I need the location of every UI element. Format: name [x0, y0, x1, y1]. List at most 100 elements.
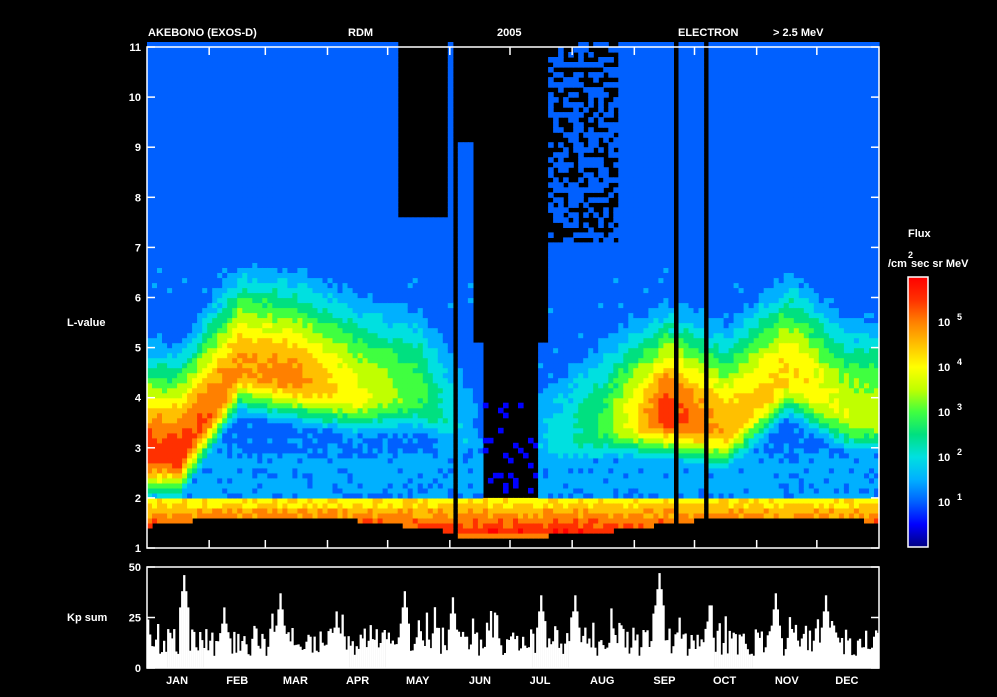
flux-cell [252, 227, 258, 233]
flux-cell [147, 132, 153, 138]
flux-cell [362, 127, 369, 133]
flux-cell [242, 302, 248, 309]
flux-cell [217, 147, 223, 153]
flux-cell [162, 252, 168, 258]
flux-cell [227, 337, 233, 344]
flux-cell [297, 427, 303, 434]
flux-cell [177, 142, 183, 148]
flux-cell [252, 152, 258, 158]
flux-cell [327, 417, 334, 424]
flux-cell [212, 332, 218, 339]
flux-cell [172, 317, 178, 324]
flux-cell [337, 497, 344, 504]
flux-cell [252, 432, 258, 439]
flux-cell [397, 237, 404, 243]
flux-cell [212, 292, 218, 299]
flux-cell [177, 242, 183, 248]
flux-cell [277, 77, 283, 83]
flux-cell [222, 362, 228, 369]
flux-cell [162, 332, 168, 339]
flux-cell [227, 392, 233, 399]
flux-cell [172, 497, 178, 504]
flux-cell [182, 297, 188, 304]
flux-cell [322, 232, 329, 238]
flux-cell [317, 362, 324, 369]
flux-cell [287, 497, 293, 504]
flux-cell [252, 402, 258, 409]
flux-cell [272, 252, 278, 258]
flux-cell [207, 67, 213, 73]
flux-cell [202, 52, 208, 58]
flux-cell [347, 407, 354, 414]
flux-cell [207, 372, 213, 379]
flux-cell [407, 342, 414, 349]
flux-cell [397, 472, 404, 479]
flux-cell [332, 377, 339, 384]
flux-cell [192, 247, 198, 253]
flux-cell [212, 277, 218, 284]
flux-cell [337, 392, 344, 399]
flux-cell [327, 187, 334, 193]
flux-cell [262, 512, 268, 519]
flux-cell [377, 287, 384, 294]
flux-cell [347, 442, 354, 449]
flux-cell [342, 172, 349, 178]
flux-cell [297, 362, 303, 369]
flux-cell [222, 227, 228, 233]
flux-cell [337, 457, 344, 464]
flux-cell [227, 202, 233, 208]
flux-cell [282, 442, 288, 449]
flux-cell [222, 342, 228, 349]
flux-cell [377, 342, 384, 349]
flux-cell [197, 432, 203, 439]
flux-cell [352, 392, 359, 399]
flux-cell [177, 377, 183, 384]
flux-cell [282, 152, 288, 158]
flux-cell [177, 457, 183, 464]
flux-cell [217, 317, 223, 324]
flux-cell [192, 442, 198, 449]
flux-cell [237, 132, 243, 138]
flux-cell [277, 97, 283, 103]
flux-cell [212, 407, 218, 414]
flux-cell [377, 272, 384, 279]
flux-cell [397, 357, 404, 364]
flux-cell [177, 157, 183, 163]
flux-cell [207, 412, 213, 419]
flux-cell [192, 137, 198, 143]
flux-cell [357, 507, 364, 514]
flux-cell [202, 132, 208, 138]
flux-cell [242, 362, 248, 369]
flux-cell [322, 167, 329, 173]
flux-cell [307, 67, 313, 73]
flux-cell [307, 507, 313, 514]
flux-cell [227, 382, 233, 389]
flux-cell [347, 47, 354, 53]
flux-cell [172, 217, 178, 223]
flux-cell [312, 187, 319, 193]
flux-cell [217, 182, 223, 188]
flux-cell [307, 237, 313, 243]
flux-cell [212, 137, 218, 143]
flux-cell [207, 242, 213, 248]
flux-cell [282, 237, 288, 243]
flux-cell [257, 257, 263, 263]
flux-cell [232, 227, 238, 233]
flux-cell [367, 47, 374, 53]
flux-cell [277, 502, 283, 509]
flux-cell [212, 512, 218, 519]
flux-cell [267, 77, 273, 83]
flux-cell [227, 377, 233, 384]
flux-cell [357, 387, 364, 394]
flux-cell [262, 137, 268, 143]
flux-cell [317, 427, 324, 434]
flux-cell [237, 402, 243, 409]
flux-cell [277, 402, 283, 409]
flux-cell [362, 242, 369, 248]
flux-cell [352, 67, 359, 73]
flux-cell [267, 147, 273, 153]
flux-cell [182, 182, 188, 188]
flux-cell [177, 267, 183, 273]
flux-cell [257, 387, 263, 394]
flux-cell [327, 357, 334, 364]
